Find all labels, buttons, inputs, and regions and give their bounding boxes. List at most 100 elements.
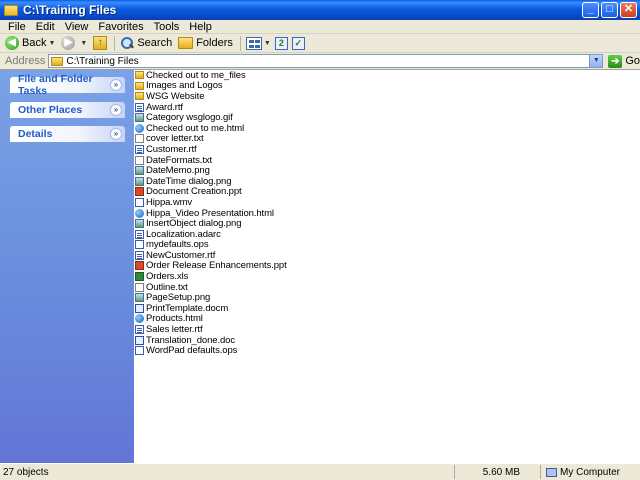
file-name: InsertObject dialog.png <box>146 218 242 230</box>
search-label: Search <box>137 37 173 49</box>
toolbar: ◀ Back ▼ ▶ ▼ ↑ Search Folders ▼ 2 ✓ <box>0 34 640 53</box>
list-item[interactable]: InsertObject dialog.png <box>135 218 640 229</box>
doc-file-icon <box>135 335 144 345</box>
file-name: DateMemo.png <box>146 165 210 177</box>
list-item[interactable]: Products.html <box>135 313 640 324</box>
video-file-icon <box>135 197 144 207</box>
folder-icon <box>135 81 144 90</box>
chevron-down-icon[interactable]: ▼ <box>80 40 87 47</box>
toolbar-divider <box>114 35 116 51</box>
file-name: DateFormats.txt <box>146 154 213 166</box>
chevron-down-icon[interactable]: » <box>110 79 122 91</box>
list-item[interactable]: WSG Website <box>135 91 640 102</box>
folder-icon <box>4 4 18 16</box>
text-file-icon <box>135 134 144 144</box>
folders-button[interactable]: Folders <box>178 37 233 49</box>
menu-bar: File Edit View Favorites Tools Help <box>0 20 640 34</box>
list-item[interactable]: Document Creation.ppt <box>135 186 640 197</box>
list-item[interactable]: mydefaults.ops <box>135 239 640 250</box>
menu-favorites[interactable]: Favorites <box>93 21 148 33</box>
list-item[interactable]: Localization.adarc <box>135 229 640 240</box>
close-button[interactable]: ✕ <box>620 2 637 18</box>
html-file-icon <box>135 208 144 218</box>
go-arrow-icon: ➔ <box>608 54 623 68</box>
file-list[interactable]: Checked out to me_files Images and Logos W… <box>134 70 640 464</box>
panel-file-and-folder-tasks[interactable]: File and Folder Tasks » <box>10 73 125 97</box>
list-item[interactable]: DateFormats.txt <box>135 155 640 166</box>
file-name: Outline.txt <box>146 281 188 293</box>
views-button[interactable]: ▼ 2 ✓ <box>245 36 305 50</box>
menu-file[interactable]: File <box>3 21 31 33</box>
list-item[interactable]: Outline.txt <box>135 282 640 293</box>
chevron-down-icon[interactable]: ▼ <box>48 40 55 47</box>
list-item[interactable]: cover letter.txt <box>135 133 640 144</box>
file-name: Order Release Enhancements.ppt <box>146 260 287 272</box>
list-item[interactable]: Checked out to me_files <box>135 70 640 81</box>
image-file-icon <box>135 219 144 229</box>
list-item[interactable]: PrintTemplate.docm <box>135 303 640 314</box>
list-item[interactable]: Translation_done.doc <box>135 335 640 346</box>
list-item[interactable]: DateTime dialog.png <box>135 176 640 187</box>
folder-icon <box>135 71 144 80</box>
list-item[interactable]: WordPad defaults.ops <box>135 345 640 356</box>
menu-help[interactable]: Help <box>184 21 217 33</box>
list-item[interactable]: Award.rtf <box>135 102 640 113</box>
folder-icon <box>51 56 64 66</box>
file-name: Hippa_Video Presentation.html <box>146 207 274 219</box>
ppt-file-icon <box>135 187 144 197</box>
menu-view[interactable]: View <box>60 21 94 33</box>
list-item[interactable]: DateMemo.png <box>135 165 640 176</box>
maximize-button[interactable]: □ <box>601 2 618 18</box>
list-item[interactable]: Sales letter.rtf <box>135 324 640 335</box>
text-file-icon <box>135 155 144 165</box>
panel-title: File and Folder Tasks <box>18 73 93 97</box>
go-label: Go <box>625 55 640 67</box>
file-name: Localization.adarc <box>146 228 221 240</box>
file-name: Customer.rtf <box>146 143 197 155</box>
folders-icon <box>178 37 194 49</box>
list-item[interactable]: Hippa_Video Presentation.html <box>135 208 640 219</box>
back-button[interactable]: ◀ Back ▼ <box>5 36 55 50</box>
list-item[interactable]: Order Release Enhancements.ppt <box>135 260 640 272</box>
panel-other-places[interactable]: Other Places » <box>10 102 125 118</box>
list-item[interactable]: PageSetup.png <box>135 292 640 303</box>
window-controls: _ □ ✕ <box>582 2 637 18</box>
sync-icon[interactable]: 2 <box>274 36 288 50</box>
document-icon[interactable]: ✓ <box>291 36 305 50</box>
menu-tools[interactable]: Tools <box>149 21 185 33</box>
file-name: PageSetup.png <box>146 292 211 304</box>
list-item[interactable]: Images and Logos <box>135 80 640 91</box>
list-item[interactable]: Customer.rtf <box>135 144 640 155</box>
title-bar[interactable]: C:\Training Files _ □ ✕ <box>0 0 640 20</box>
panel-title: Details <box>18 128 53 140</box>
status-bar: 27 objects 5.60 MB My Computer <box>0 463 640 480</box>
file-name: WordPad defaults.ops <box>146 345 238 357</box>
ppt-file-icon <box>135 261 144 271</box>
search-button[interactable]: Search <box>120 36 172 50</box>
forward-button[interactable]: ▶ ▼ <box>61 36 87 50</box>
address-input[interactable]: C:\Training Files ▼ <box>48 54 604 68</box>
computer-icon <box>546 467 557 477</box>
image-file-icon <box>135 166 144 176</box>
chevron-down-icon[interactable]: ▼ <box>589 55 603 67</box>
panel-details[interactable]: Details » <box>10 126 125 142</box>
minimize-button[interactable]: _ <box>582 2 599 18</box>
list-item[interactable]: Hippa.wmv <box>135 197 640 208</box>
chevron-down-icon[interactable]: » <box>110 128 122 140</box>
up-folder-button[interactable]: ↑ <box>93 36 108 50</box>
file-name: Checked out to me.html <box>146 122 245 134</box>
file-name: Award.rtf <box>146 101 183 113</box>
file-name: Hippa.wmv <box>146 196 193 208</box>
folder-icon <box>135 92 144 101</box>
go-button[interactable]: ➔ Go <box>608 54 640 68</box>
search-icon <box>120 36 134 50</box>
views-icon <box>245 36 262 50</box>
chevron-down-icon[interactable]: ▼ <box>264 40 271 47</box>
xls-file-icon <box>135 272 144 282</box>
list-item[interactable]: NewCustomer.rtf <box>135 250 640 261</box>
list-item[interactable]: Checked out to me.html <box>135 123 640 134</box>
chevron-down-icon[interactable]: » <box>110 104 122 116</box>
list-item[interactable]: Category wsglogo.gif <box>135 112 640 123</box>
menu-edit[interactable]: Edit <box>31 21 60 33</box>
list-item[interactable]: Orders.xls <box>135 271 640 282</box>
